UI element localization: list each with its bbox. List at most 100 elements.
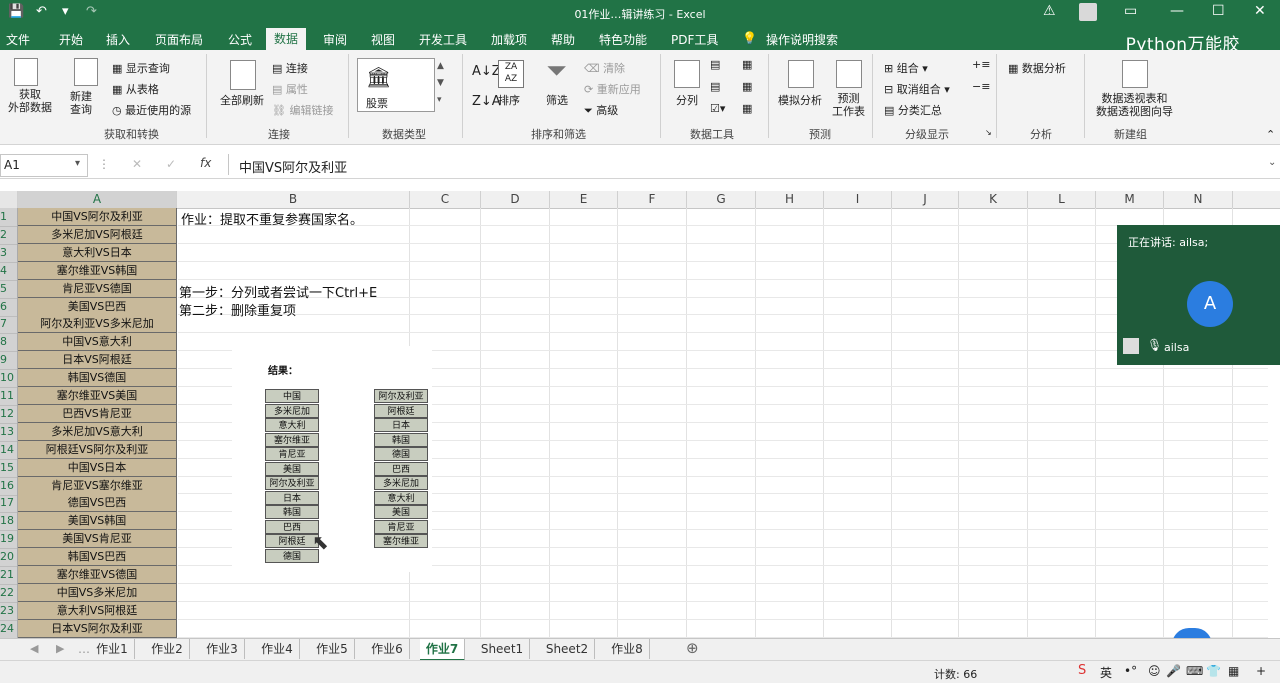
skin-icon[interactable]: 👕: [1206, 664, 1221, 678]
sogou-icon[interactable]: S: [1078, 663, 1086, 678]
add-sheet-icon[interactable]: ⊕: [686, 639, 699, 657]
tab-view[interactable]: 视图: [371, 31, 395, 48]
row-header[interactable]: 2: [0, 226, 17, 245]
insert-function-icon[interactable]: fx: [200, 156, 211, 170]
toolbox-icon[interactable]: ▦: [1228, 664, 1239, 678]
row-header[interactable]: 14: [0, 441, 17, 460]
cell-a[interactable]: 韩国VS德国: [18, 369, 177, 388]
row-header[interactable]: 4: [0, 262, 17, 281]
new-query-button[interactable]: 新建 查询: [70, 90, 92, 116]
ime-language-indicator[interactable]: 英: [1100, 664, 1112, 681]
column-header-m[interactable]: M: [1096, 191, 1164, 208]
sheet-tab[interactable]: 作业3: [200, 639, 245, 659]
cell-a[interactable]: 美国VS韩国: [18, 512, 177, 531]
row-header[interactable]: 13: [0, 423, 17, 442]
row-header[interactable]: 24: [0, 620, 17, 639]
cell-a[interactable]: 日本VS阿尔及利亚: [18, 619, 177, 638]
cancel-icon[interactable]: ✕: [132, 157, 142, 171]
cell-a[interactable]: 阿根廷VS阿尔及利亚: [18, 440, 177, 459]
consolidate-icon[interactable]: ▦: [742, 58, 752, 71]
sheet-tab[interactable]: 作业4: [255, 639, 300, 659]
more-sheets-icon[interactable]: …: [78, 642, 90, 656]
stocks-button[interactable]: 股票: [366, 95, 388, 111]
tab-page-layout[interactable]: 页面布局: [155, 31, 203, 48]
row-header[interactable]: 6: [0, 298, 17, 317]
chevron-down-icon[interactable]: ▾: [75, 158, 80, 169]
sheet-tab-active[interactable]: 作业7: [420, 639, 465, 661]
sort-descending-icon[interactable]: Z↓A: [472, 94, 501, 109]
recent-sources-button[interactable]: ◷ 最近使用的源: [112, 102, 191, 118]
dialog-launcher-icon[interactable]: ↘: [985, 128, 992, 137]
relationships-icon[interactable]: ▦: [742, 80, 752, 93]
ribbon-options-icon[interactable]: ▭: [1124, 3, 1137, 19]
row-header[interactable]: 11: [0, 387, 17, 406]
cell-a[interactable]: 德国VS巴西: [18, 494, 177, 513]
row-header[interactable]: 12: [0, 405, 17, 424]
select-all-corner[interactable]: [0, 191, 18, 208]
maximize-icon[interactable]: ☐: [1212, 3, 1225, 19]
column-header-a[interactable]: A: [18, 191, 177, 208]
name-box[interactable]: A1 ▾: [0, 154, 88, 177]
cell-a[interactable]: 中国VS意大利: [18, 333, 177, 352]
cell-a[interactable]: 阿尔及利亚VS多米尼加: [18, 315, 177, 334]
cell-a[interactable]: 日本VS阿根廷: [18, 351, 177, 370]
expand-formula-icon[interactable]: ⌄: [1268, 157, 1276, 168]
row-header[interactable]: 21: [0, 566, 17, 585]
column-header-k[interactable]: K: [959, 191, 1028, 208]
sheet-tab[interactable]: 作业6: [365, 639, 410, 659]
row-header[interactable]: 3: [0, 244, 17, 263]
connections-button[interactable]: ▤ 连接: [272, 60, 308, 76]
hide-detail-icon[interactable]: −≡: [972, 80, 990, 93]
cell-a[interactable]: 中国VS日本: [18, 458, 177, 477]
next-sheet-icon[interactable]: ▶: [56, 642, 64, 655]
minimize-icon[interactable]: —: [1170, 3, 1184, 19]
tab-file[interactable]: 文件: [6, 31, 30, 48]
tab-review[interactable]: 审阅: [323, 31, 347, 48]
zoom-in-icon[interactable]: +: [1256, 664, 1266, 678]
cell-a[interactable]: 塞尔维亚VS德国: [18, 566, 177, 584]
formula-input[interactable]: 中国VS阿尔及利亚: [228, 154, 1267, 176]
tab-pdf[interactable]: PDF工具: [671, 31, 718, 48]
tab-special[interactable]: 特色功能: [599, 31, 647, 48]
row-header[interactable]: 9: [0, 351, 17, 371]
show-detail-icon[interactable]: +≡: [972, 58, 990, 71]
text-to-columns-button[interactable]: 分列: [676, 92, 698, 108]
enter-icon[interactable]: ✓: [166, 157, 176, 171]
cell-a[interactable]: 肯尼亚VS德国: [18, 279, 177, 298]
punctuation-icon[interactable]: •°: [1124, 664, 1137, 678]
voice-icon[interactable]: 🎤: [1166, 664, 1181, 678]
cell-a[interactable]: 韩国VS巴西: [18, 548, 177, 567]
edit-links-button[interactable]: ⛓ 编辑链接: [272, 102, 333, 118]
data-types-gallery[interactable]: 🏛 股票: [357, 58, 435, 112]
row-header[interactable]: 23: [0, 602, 17, 621]
properties-button[interactable]: ▤ 属性: [272, 81, 308, 97]
row-header[interactable]: 22: [0, 584, 17, 603]
microphone-icon[interactable]: 🎙: [1147, 338, 1162, 352]
cell-a[interactable]: 多米尼加VS阿根廷: [18, 225, 177, 244]
close-icon[interactable]: ✕: [1254, 3, 1266, 19]
cell-a[interactable]: 意大利VS阿根廷: [18, 601, 177, 620]
show-query-button[interactable]: ▦ 显示查询: [112, 60, 170, 76]
cell-a[interactable]: 塞尔维亚VS美国: [18, 387, 177, 405]
data-validation-icon[interactable]: ☑▾: [710, 102, 725, 115]
tab-formulas[interactable]: 公式: [228, 31, 252, 48]
row-header[interactable]: 17: [0, 494, 17, 514]
cell-a[interactable]: 美国VS肯尼亚: [18, 530, 177, 549]
get-external-data-button[interactable]: 获取 外部数据: [8, 88, 52, 114]
group-button[interactable]: ⊞ 组合 ▾: [884, 60, 928, 76]
column-header-c[interactable]: C: [410, 191, 481, 208]
column-header-h[interactable]: H: [756, 191, 824, 208]
gallery-scroll[interactable]: ▲ ▼ ▾: [437, 58, 451, 110]
tab-insert[interactable]: 插入: [106, 31, 130, 48]
subtotal-button[interactable]: ▤ 分类汇总: [884, 102, 942, 118]
row-header[interactable]: 16: [0, 477, 17, 496]
what-if-analysis-button[interactable]: 模拟分析: [778, 92, 822, 108]
column-header-n[interactable]: N: [1164, 191, 1233, 208]
column-header-e[interactable]: E: [550, 191, 618, 208]
row-header[interactable]: 15: [0, 459, 17, 478]
sort-ascending-icon[interactable]: A↓Z: [472, 64, 501, 79]
cell-a[interactable]: 中国VS多米尼加: [18, 583, 177, 602]
from-table-button[interactable]: ▦ 从表格: [112, 81, 159, 97]
tab-developer[interactable]: 开发工具: [419, 31, 467, 48]
row-header[interactable]: 20: [0, 548, 17, 568]
